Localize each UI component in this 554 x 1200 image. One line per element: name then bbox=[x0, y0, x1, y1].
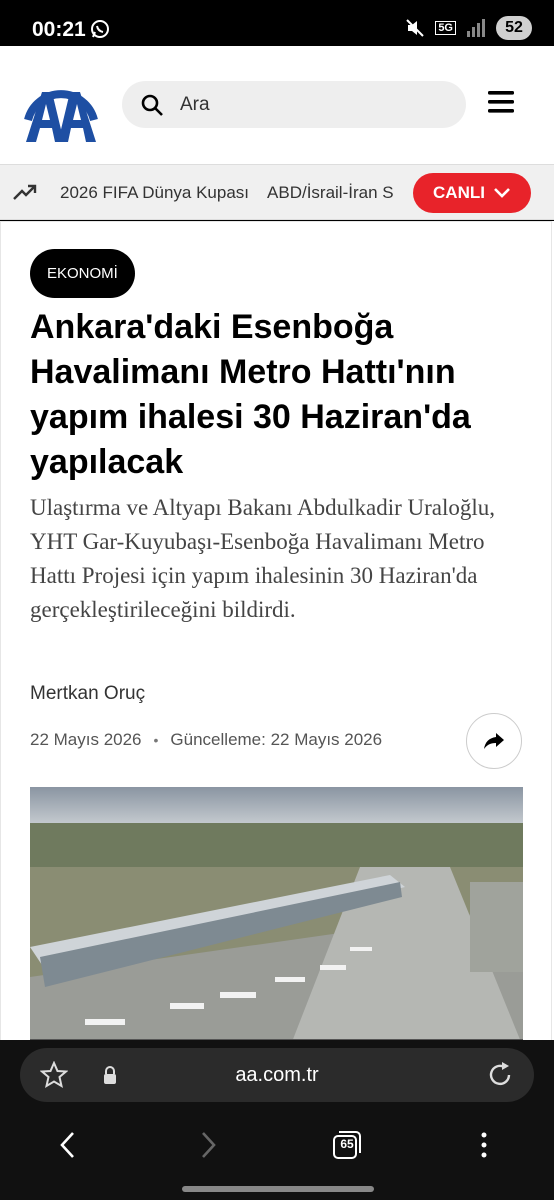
trending-icon bbox=[13, 184, 37, 200]
category-badge[interactable]: EKONOMİ bbox=[30, 249, 135, 298]
article-author[interactable]: Mertkan Oruç bbox=[30, 683, 145, 705]
chevron-down-icon bbox=[494, 188, 510, 198]
address-bar[interactable]: aa.com.tr bbox=[20, 1048, 534, 1102]
article: EKONOMİ Ankara'daki Esenboğa Havalimanı … bbox=[0, 221, 554, 1040]
url-text: aa.com.tr bbox=[235, 1064, 319, 1086]
article-dates: 22 Mayıs 2026 • Güncelleme: 22 Mayıs 202… bbox=[30, 730, 382, 750]
publish-date: 22 Mayıs 2026 bbox=[30, 730, 142, 749]
share-button[interactable] bbox=[466, 713, 522, 769]
search-input[interactable] bbox=[180, 81, 450, 128]
back-arrow-icon[interactable] bbox=[56, 1130, 80, 1160]
tab-count: 65 bbox=[340, 1137, 354, 1151]
forward-arrow-icon[interactable] bbox=[196, 1130, 220, 1160]
trending-item[interactable]: 2026 FIFA Dünya Kupası bbox=[60, 183, 249, 203]
trending-list: 2026 FIFA Dünya Kupası ABD/İsrail-İran S bbox=[60, 165, 405, 221]
live-button[interactable]: CANLI bbox=[413, 173, 531, 213]
status-indicators: 5G 52 bbox=[405, 16, 532, 40]
article-headline: Ankara'daki Esenboğa Havalimanı Metro Ha… bbox=[30, 308, 471, 481]
status-time: 00:21 bbox=[32, 18, 86, 41]
battery-level: 52 bbox=[496, 16, 532, 40]
aa-logo[interactable] bbox=[22, 64, 100, 144]
mute-icon bbox=[406, 19, 425, 37]
reload-icon[interactable] bbox=[486, 1061, 514, 1089]
more-options-icon[interactable] bbox=[472, 1130, 496, 1160]
signal-icon bbox=[467, 19, 485, 37]
search-box[interactable] bbox=[122, 81, 466, 128]
trending-bar: 2026 FIFA Dünya Kupası ABD/İsrail-İran S… bbox=[0, 164, 554, 220]
trending-item[interactable]: ABD/İsrail-İran S bbox=[267, 183, 394, 203]
search-icon[interactable] bbox=[140, 93, 164, 117]
article-summary: Ulaştırma ve Altyapı Bakanı Abdulkadir U… bbox=[30, 495, 496, 622]
updated-date: Güncelleme: 22 Mayıs 2026 bbox=[170, 730, 383, 749]
hamburger-menu-icon[interactable] bbox=[486, 88, 516, 116]
browser-bottom-bar: aa.com.tr 65 bbox=[0, 1040, 554, 1200]
network-type: 5G bbox=[435, 21, 456, 35]
browser-nav-row: 65 bbox=[0, 1122, 554, 1168]
site-header bbox=[0, 46, 554, 164]
tabs-button[interactable]: 65 bbox=[332, 1130, 362, 1160]
separator-dot: • bbox=[153, 732, 159, 748]
home-indicator[interactable] bbox=[182, 1186, 374, 1192]
hero-image-airport bbox=[30, 787, 523, 1040]
share-arrow-icon bbox=[484, 733, 504, 749]
whatsapp-icon bbox=[91, 20, 109, 38]
live-label: CANLI bbox=[433, 183, 485, 202]
